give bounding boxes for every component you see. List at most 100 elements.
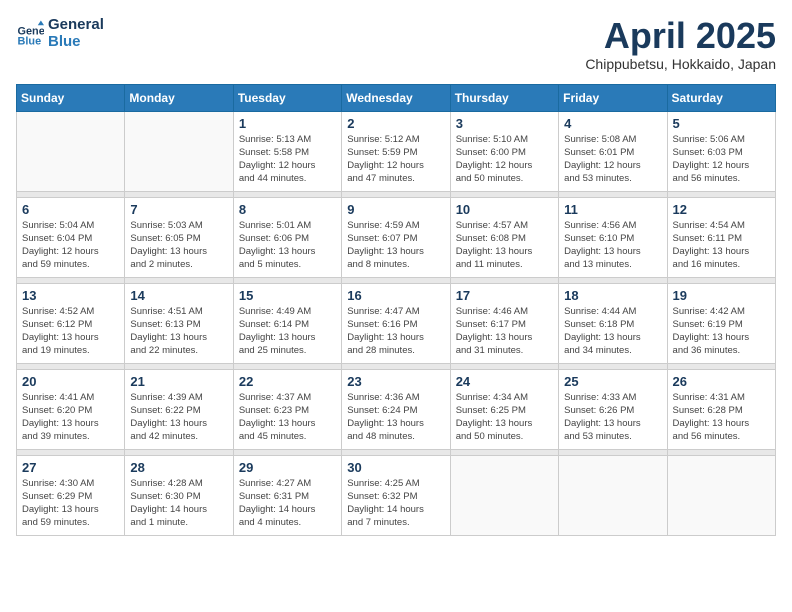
calendar-cell: 7 Sunrise: 5:03 AM Sunset: 6:05 PM Daylig… [125,197,233,277]
calendar-week-2: 6Sunrise: 5:04 AM Sunset: 6:04 PM Daylig… [17,197,776,277]
day-info: Sunrise: 5:10 AM Sunset: 6:00 PM Dayligh… [456,133,553,186]
day-number: 14 [130,288,227,303]
day-number: 20 [22,374,119,389]
calendar-cell: 29 Sunrise: 4:27 AM Sunset: 6:31 PM Dayli… [233,455,341,535]
calendar-cell [667,455,775,535]
calendar-cell: 25 Sunrise: 4:33 AM Sunset: 6:26 PM Dayli… [559,369,667,449]
logo-text-general: General [48,16,104,33]
logo-text-blue: Blue [48,33,104,50]
weekday-header-friday: Friday [559,84,667,111]
day-info: Sunrise: 4:37 AM Sunset: 6:23 PM Dayligh… [239,391,336,444]
page-header: General Blue General Blue April 2025 Chi… [16,16,776,72]
calendar-cell: 27Sunrise: 4:30 AM Sunset: 6:29 PM Dayli… [17,455,125,535]
day-info: Sunrise: 5:03 AM Sunset: 6:05 PM Dayligh… [130,219,227,272]
day-info: Sunrise: 5:04 AM Sunset: 6:04 PM Dayligh… [22,219,119,272]
day-number: 7 [130,202,227,217]
calendar-table: SundayMondayTuesdayWednesdayThursdayFrid… [16,84,776,536]
day-info: Sunrise: 4:56 AM Sunset: 6:10 PM Dayligh… [564,219,661,272]
day-info: Sunrise: 5:06 AM Sunset: 6:03 PM Dayligh… [673,133,770,186]
day-info: Sunrise: 4:47 AM Sunset: 6:16 PM Dayligh… [347,305,444,358]
calendar-cell: 2Sunrise: 5:12 AM Sunset: 5:59 PM Daylig… [342,111,450,191]
calendar-week-5: 27Sunrise: 4:30 AM Sunset: 6:29 PM Dayli… [17,455,776,535]
calendar-cell: 15 Sunrise: 4:49 AM Sunset: 6:14 PM Dayli… [233,283,341,363]
day-info: Sunrise: 4:41 AM Sunset: 6:20 PM Dayligh… [22,391,119,444]
day-info: Sunrise: 5:08 AM Sunset: 6:01 PM Dayligh… [564,133,661,186]
day-info: Sunrise: 5:13 AM Sunset: 5:58 PM Dayligh… [239,133,336,186]
day-info: Sunrise: 4:44 AM Sunset: 6:18 PM Dayligh… [564,305,661,358]
day-info: Sunrise: 4:49 AM Sunset: 6:14 PM Dayligh… [239,305,336,358]
calendar-week-4: 20 Sunrise: 4:41 AM Sunset: 6:20 PM Dayli… [17,369,776,449]
day-info: Sunrise: 4:51 AM Sunset: 6:13 PM Dayligh… [130,305,227,358]
day-number: 11 [564,202,661,217]
calendar-cell: 16 Sunrise: 4:47 AM Sunset: 6:16 PM Dayli… [342,283,450,363]
calendar-week-3: 13 Sunrise: 4:52 AM Sunset: 6:12 PM Dayli… [17,283,776,363]
day-info: Sunrise: 4:31 AM Sunset: 6:28 PM Dayligh… [673,391,770,444]
calendar-cell [450,455,558,535]
calendar-cell: 14 Sunrise: 4:51 AM Sunset: 6:13 PM Dayli… [125,283,233,363]
day-info: Sunrise: 5:01 AM Sunset: 6:06 PM Dayligh… [239,219,336,272]
day-number: 5 [673,116,770,131]
calendar-cell: 1 Sunrise: 5:13 AM Sunset: 5:58 PM Daylig… [233,111,341,191]
day-number: 13 [22,288,119,303]
month-title: April 2025 [585,16,776,56]
calendar-cell: 13 Sunrise: 4:52 AM Sunset: 6:12 PM Dayli… [17,283,125,363]
calendar-cell: 19 Sunrise: 4:42 AM Sunset: 6:19 PM Dayli… [667,283,775,363]
calendar-cell: 21Sunrise: 4:39 AM Sunset: 6:22 PM Dayli… [125,369,233,449]
calendar-cell: 3Sunrise: 5:10 AM Sunset: 6:00 PM Daylig… [450,111,558,191]
calendar-cell: 17Sunrise: 4:46 AM Sunset: 6:17 PM Dayli… [450,283,558,363]
day-number: 4 [564,116,661,131]
calendar-cell: 20 Sunrise: 4:41 AM Sunset: 6:20 PM Dayli… [17,369,125,449]
calendar-cell: 6Sunrise: 5:04 AM Sunset: 6:04 PM Daylig… [17,197,125,277]
calendar-cell: 30Sunrise: 4:25 AM Sunset: 6:32 PM Dayli… [342,455,450,535]
day-number: 10 [456,202,553,217]
calendar-cell: 22Sunrise: 4:37 AM Sunset: 6:23 PM Dayli… [233,369,341,449]
calendar-cell: 10 Sunrise: 4:57 AM Sunset: 6:08 PM Dayli… [450,197,558,277]
day-info: Sunrise: 4:33 AM Sunset: 6:26 PM Dayligh… [564,391,661,444]
day-number: 8 [239,202,336,217]
calendar-cell: 18 Sunrise: 4:44 AM Sunset: 6:18 PM Dayli… [559,283,667,363]
day-number: 25 [564,374,661,389]
day-number: 23 [347,374,444,389]
day-info: Sunrise: 4:28 AM Sunset: 6:30 PM Dayligh… [130,477,227,530]
day-info: Sunrise: 4:54 AM Sunset: 6:11 PM Dayligh… [673,219,770,272]
weekday-header-tuesday: Tuesday [233,84,341,111]
calendar-cell: 23Sunrise: 4:36 AM Sunset: 6:24 PM Dayli… [342,369,450,449]
weekday-header-thursday: Thursday [450,84,558,111]
day-number: 21 [130,374,227,389]
day-number: 24 [456,374,553,389]
day-info: Sunrise: 5:12 AM Sunset: 5:59 PM Dayligh… [347,133,444,186]
day-number: 1 [239,116,336,131]
day-number: 29 [239,460,336,475]
day-number: 15 [239,288,336,303]
day-info: Sunrise: 4:42 AM Sunset: 6:19 PM Dayligh… [673,305,770,358]
weekday-header-sunday: Sunday [17,84,125,111]
day-number: 26 [673,374,770,389]
calendar-week-1: 1 Sunrise: 5:13 AM Sunset: 5:58 PM Daylig… [17,111,776,191]
svg-text:Blue: Blue [18,36,42,47]
day-info: Sunrise: 4:57 AM Sunset: 6:08 PM Dayligh… [456,219,553,272]
day-info: Sunrise: 4:34 AM Sunset: 6:25 PM Dayligh… [456,391,553,444]
calendar-cell: 5 Sunrise: 5:06 AM Sunset: 6:03 PM Daylig… [667,111,775,191]
day-info: Sunrise: 4:27 AM Sunset: 6:31 PM Dayligh… [239,477,336,530]
calendar-cell: 26 Sunrise: 4:31 AM Sunset: 6:28 PM Dayli… [667,369,775,449]
calendar-cell: 8 Sunrise: 5:01 AM Sunset: 6:06 PM Daylig… [233,197,341,277]
day-number: 18 [564,288,661,303]
day-info: Sunrise: 4:46 AM Sunset: 6:17 PM Dayligh… [456,305,553,358]
day-info: Sunrise: 4:52 AM Sunset: 6:12 PM Dayligh… [22,305,119,358]
weekday-header-saturday: Saturday [667,84,775,111]
day-number: 19 [673,288,770,303]
calendar-cell: 12Sunrise: 4:54 AM Sunset: 6:11 PM Dayli… [667,197,775,277]
calendar-cell: 24 Sunrise: 4:34 AM Sunset: 6:25 PM Dayli… [450,369,558,449]
calendar-cell [17,111,125,191]
day-number: 9 [347,202,444,217]
day-number: 16 [347,288,444,303]
calendar-cell: 28Sunrise: 4:28 AM Sunset: 6:30 PM Dayli… [125,455,233,535]
calendar-cell: 11 Sunrise: 4:56 AM Sunset: 6:10 PM Dayli… [559,197,667,277]
logo: General Blue General Blue [16,16,104,50]
day-number: 27 [22,460,119,475]
logo-icon: General Blue [16,19,44,47]
weekday-header-row: SundayMondayTuesdayWednesdayThursdayFrid… [17,84,776,111]
title-block: April 2025 Chippubetsu, Hokkaido, Japan [585,16,776,72]
calendar-cell [559,455,667,535]
weekday-header-monday: Monday [125,84,233,111]
